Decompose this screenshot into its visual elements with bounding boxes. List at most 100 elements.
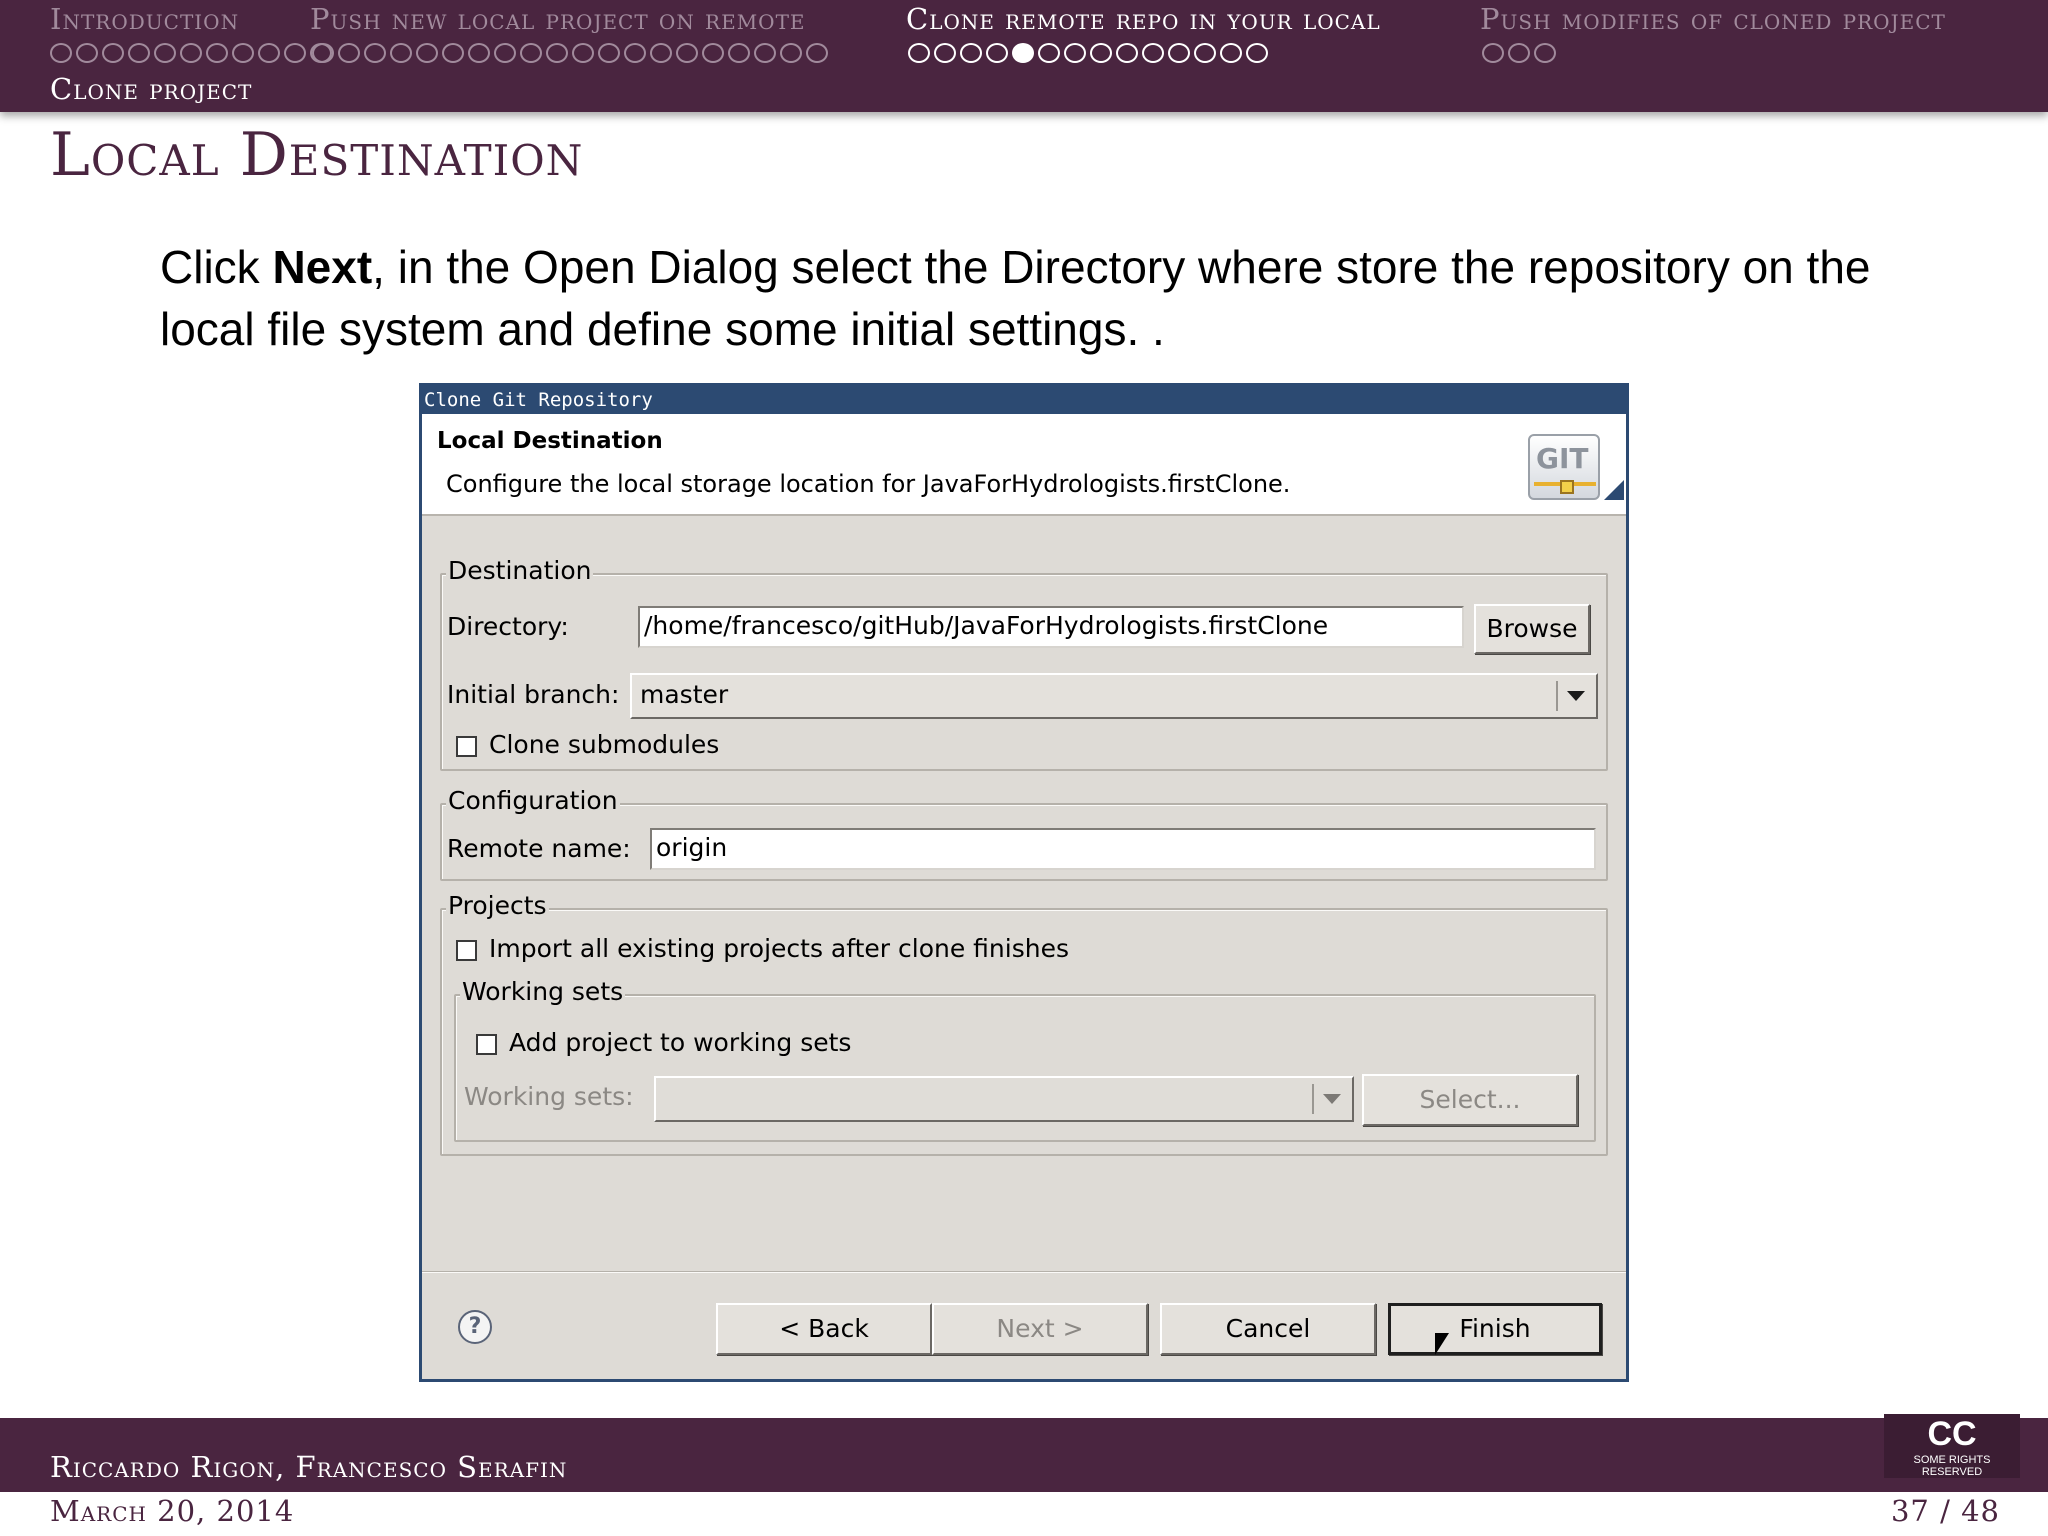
nav-dot[interactable] bbox=[780, 43, 802, 63]
nav-dot[interactable] bbox=[1194, 43, 1216, 63]
nav-dot[interactable] bbox=[520, 43, 542, 63]
nav-dot[interactable] bbox=[806, 43, 828, 63]
dialog-header: Local Destination Configure the local st… bbox=[422, 414, 1626, 516]
next-button: Next > bbox=[932, 1303, 1148, 1355]
nav-section-introduction[interactable]: Introduction bbox=[50, 2, 239, 36]
clone-submodules-label[interactable]: Clone submodules bbox=[489, 730, 719, 759]
nav-dot[interactable] bbox=[390, 43, 412, 63]
chevron-down-icon[interactable] bbox=[1556, 681, 1590, 711]
nav-section-push-modifies[interactable]: Push modifies of cloned project bbox=[1480, 2, 1946, 36]
page-number: 37 / 48 bbox=[1890, 1494, 2000, 1528]
nav-dot[interactable] bbox=[650, 43, 672, 63]
select-working-sets-button: Select... bbox=[1362, 1074, 1578, 1126]
nav-dot[interactable] bbox=[312, 43, 334, 63]
dialog-title-bar[interactable]: Clone Git Repository bbox=[422, 386, 1626, 414]
nav-dot[interactable] bbox=[754, 43, 776, 63]
git-logo-icon: GIT bbox=[1528, 434, 1600, 500]
nav-dot[interactable] bbox=[1246, 43, 1268, 63]
wizard-corner-icon bbox=[1604, 480, 1624, 500]
body-text-bold: Next bbox=[272, 241, 373, 293]
nav-dot[interactable] bbox=[1482, 43, 1504, 63]
working-sets-label: Working sets: bbox=[464, 1082, 634, 1111]
nav-section-clone-remote-repo[interactable]: Clone remote repo in your local bbox=[906, 2, 1381, 36]
nav-dot[interactable] bbox=[128, 43, 150, 63]
nav-dot[interactable] bbox=[546, 43, 568, 63]
nav-dot[interactable] bbox=[676, 43, 698, 63]
nav-dot-current[interactable] bbox=[1012, 43, 1034, 63]
destination-legend: Destination bbox=[446, 556, 594, 585]
finish-button[interactable]: Finish bbox=[1388, 1303, 1602, 1355]
nav-dot[interactable] bbox=[494, 43, 516, 63]
directory-label: Directory: bbox=[447, 612, 569, 641]
nav-dot[interactable] bbox=[986, 43, 1008, 63]
nav-dot[interactable] bbox=[50, 43, 72, 63]
initial-branch-label: Initial branch: bbox=[447, 680, 620, 709]
nav-dots-introduction[interactable] bbox=[50, 40, 332, 66]
nav-dot[interactable] bbox=[1508, 43, 1530, 63]
add-to-working-sets-label[interactable]: Add project to working sets bbox=[509, 1028, 851, 1057]
git-logo-node bbox=[1560, 480, 1574, 494]
nav-dot[interactable] bbox=[1534, 43, 1556, 63]
nav-dot[interactable] bbox=[232, 43, 254, 63]
creative-commons-badge: CC SOME RIGHTS RESERVED bbox=[1884, 1414, 2020, 1478]
nav-dot[interactable] bbox=[102, 43, 124, 63]
initial-branch-select[interactable]: master bbox=[630, 673, 1598, 719]
nav-dot[interactable] bbox=[598, 43, 620, 63]
button-bar-separator bbox=[422, 1271, 1626, 1273]
import-projects-label[interactable]: Import all existing projects after clone… bbox=[489, 934, 1069, 963]
clone-git-repository-dialog: Clone Git Repository Local Destination C… bbox=[419, 383, 1629, 1382]
nav-dot[interactable] bbox=[1142, 43, 1164, 63]
nav-section-push-new-project[interactable]: Push new local project on remote bbox=[310, 2, 806, 36]
browse-button[interactable]: Browse bbox=[1474, 604, 1590, 654]
mouse-pointer-icon bbox=[1435, 1333, 1449, 1355]
nav-dot[interactable] bbox=[960, 43, 982, 63]
nav-dot[interactable] bbox=[1090, 43, 1112, 63]
cc-license-text: SOME RIGHTS RESERVED bbox=[1913, 1454, 1991, 1478]
nav-dot[interactable] bbox=[258, 43, 280, 63]
nav-dots-clone-remote-repo[interactable] bbox=[908, 40, 1268, 66]
nav-dot[interactable] bbox=[934, 43, 956, 63]
add-to-working-sets-checkbox[interactable] bbox=[476, 1034, 497, 1055]
nav-dot[interactable] bbox=[728, 43, 750, 63]
nav-dot[interactable] bbox=[1168, 43, 1190, 63]
remote-name-input[interactable]: origin bbox=[650, 828, 1596, 870]
cancel-button[interactable]: Cancel bbox=[1160, 1303, 1376, 1355]
working-sets-legend: Working sets bbox=[460, 977, 626, 1006]
nav-dot[interactable] bbox=[702, 43, 724, 63]
nav-dot[interactable] bbox=[908, 43, 930, 63]
nav-dot[interactable] bbox=[1116, 43, 1138, 63]
nav-dot[interactable] bbox=[338, 43, 360, 63]
nav-dot[interactable] bbox=[284, 43, 306, 63]
slide-title: Local Destination bbox=[50, 120, 584, 190]
git-logo-text: GIT bbox=[1536, 442, 1589, 475]
nav-dots-push-new-project[interactable] bbox=[312, 40, 828, 66]
nav-dot[interactable] bbox=[442, 43, 464, 63]
nav-dot[interactable] bbox=[154, 43, 176, 63]
working-sets-select bbox=[654, 1076, 1354, 1122]
nav-dot[interactable] bbox=[1038, 43, 1060, 63]
import-projects-checkbox[interactable] bbox=[456, 940, 477, 961]
nav-dot[interactable] bbox=[416, 43, 438, 63]
nav-dot[interactable] bbox=[468, 43, 490, 63]
dialog-heading: Local Destination bbox=[437, 428, 663, 454]
chevron-down-icon bbox=[1312, 1084, 1346, 1114]
nav-dot[interactable] bbox=[76, 43, 98, 63]
back-button[interactable]: < Back bbox=[716, 1303, 932, 1355]
remote-name-label: Remote name: bbox=[447, 834, 631, 863]
nav-dot[interactable] bbox=[1220, 43, 1242, 63]
nav-dot[interactable] bbox=[1064, 43, 1086, 63]
cc-logo: CC bbox=[1927, 1415, 1977, 1453]
nav-dots-push-modifies[interactable] bbox=[1482, 40, 1556, 66]
body-text-start: Click bbox=[160, 241, 273, 293]
nav-dot[interactable] bbox=[206, 43, 228, 63]
section-navigation-bar: Introduction Push new local project on r… bbox=[0, 0, 2048, 112]
nav-dot[interactable] bbox=[624, 43, 646, 63]
directory-input[interactable]: /home/francesco/gitHub/JavaForHydrologis… bbox=[638, 606, 1464, 648]
body-text-rest: , in the Open Dialog select the Director… bbox=[160, 241, 1871, 355]
nav-dot[interactable] bbox=[572, 43, 594, 63]
nav-dot[interactable] bbox=[364, 43, 386, 63]
help-icon[interactable]: ? bbox=[458, 1310, 492, 1344]
configuration-legend: Configuration bbox=[446, 786, 620, 815]
nav-dot[interactable] bbox=[180, 43, 202, 63]
clone-submodules-checkbox[interactable] bbox=[456, 736, 477, 757]
